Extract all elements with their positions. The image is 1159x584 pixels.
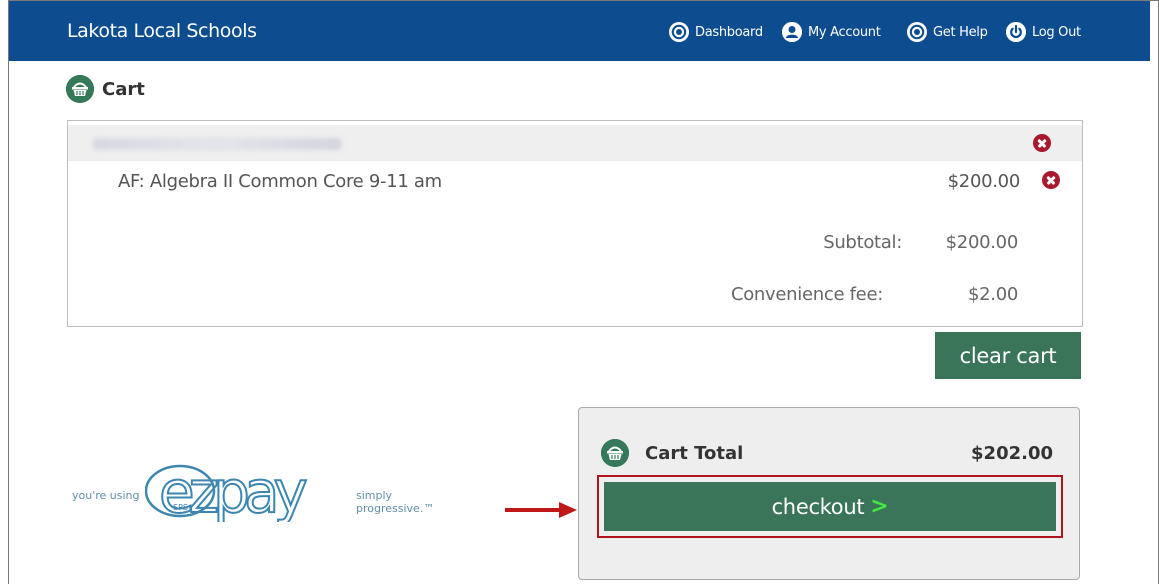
top-navbar: Lakota Local Schools Dashboard My Accoun… bbox=[9, 1, 1150, 61]
cart-total-panel: Cart Total $202.00 checkout > bbox=[578, 407, 1080, 580]
nav-dashboard-label: Dashboard bbox=[695, 24, 763, 40]
ezpay-logo-text: ezpay bbox=[159, 460, 306, 522]
brand-title[interactable]: Lakota Local Schools bbox=[67, 20, 257, 42]
ezpay-logo: ezpay SPS bbox=[145, 460, 313, 522]
fee-label: Convenience fee: bbox=[730, 284, 883, 305]
page-heading: Cart bbox=[66, 75, 145, 103]
chevron-right-icon: > bbox=[870, 494, 889, 519]
lifebuoy-icon bbox=[907, 22, 927, 42]
nav-my-account-label: My Account bbox=[808, 24, 881, 40]
nav-get-help-label: Get Help bbox=[933, 24, 988, 40]
cart-item-price: $200.00 bbox=[947, 171, 1021, 192]
nav-my-account[interactable]: My Account bbox=[782, 22, 881, 42]
fee-value: $2.00 bbox=[967, 284, 1018, 305]
checkout-highlight: checkout > bbox=[597, 475, 1063, 538]
cart-total-label: Cart Total bbox=[645, 442, 744, 464]
cart-total-heading: Cart Total bbox=[601, 439, 743, 467]
basket-icon bbox=[66, 75, 94, 103]
user-icon bbox=[782, 22, 802, 42]
nav-dashboard[interactable]: Dashboard bbox=[669, 22, 763, 42]
remove-item-icon[interactable] bbox=[1042, 171, 1060, 189]
cart-student-row bbox=[68, 125, 1082, 161]
ezpay-branding: you're using ezpay SPS simply progressiv… bbox=[72, 458, 452, 522]
nav-log-out-label: Log Out bbox=[1032, 24, 1081, 40]
student-name-redacted bbox=[92, 138, 342, 150]
nav-log-out[interactable]: Log Out bbox=[1006, 22, 1081, 42]
basket-icon bbox=[601, 439, 629, 467]
page-title: Cart bbox=[102, 78, 145, 100]
lifebuoy-icon bbox=[669, 22, 689, 42]
cart-panel: AF: Algebra II Common Core 9-11 am $200.… bbox=[67, 120, 1083, 327]
red-arrow-annotation bbox=[505, 502, 577, 518]
cart-item-name: AF: Algebra II Common Core 9-11 am bbox=[118, 171, 442, 192]
ezpay-tagline: simply progressive.™ bbox=[356, 489, 435, 515]
subtotal-label: Subtotal: bbox=[823, 232, 902, 253]
checkout-button[interactable]: checkout > bbox=[604, 482, 1056, 531]
ezpay-prefix: you're using bbox=[72, 489, 140, 502]
remove-student-icon[interactable] bbox=[1033, 134, 1051, 152]
clear-cart-button[interactable]: clear cart bbox=[935, 332, 1081, 379]
power-icon bbox=[1006, 22, 1026, 42]
subtotal-value: $200.00 bbox=[945, 232, 1019, 253]
checkout-label: checkout bbox=[771, 494, 865, 519]
nav-get-help[interactable]: Get Help bbox=[907, 22, 988, 42]
cart-total-amount: $202.00 bbox=[971, 443, 1053, 464]
ezpay-logo-sub: SPS bbox=[173, 503, 188, 512]
